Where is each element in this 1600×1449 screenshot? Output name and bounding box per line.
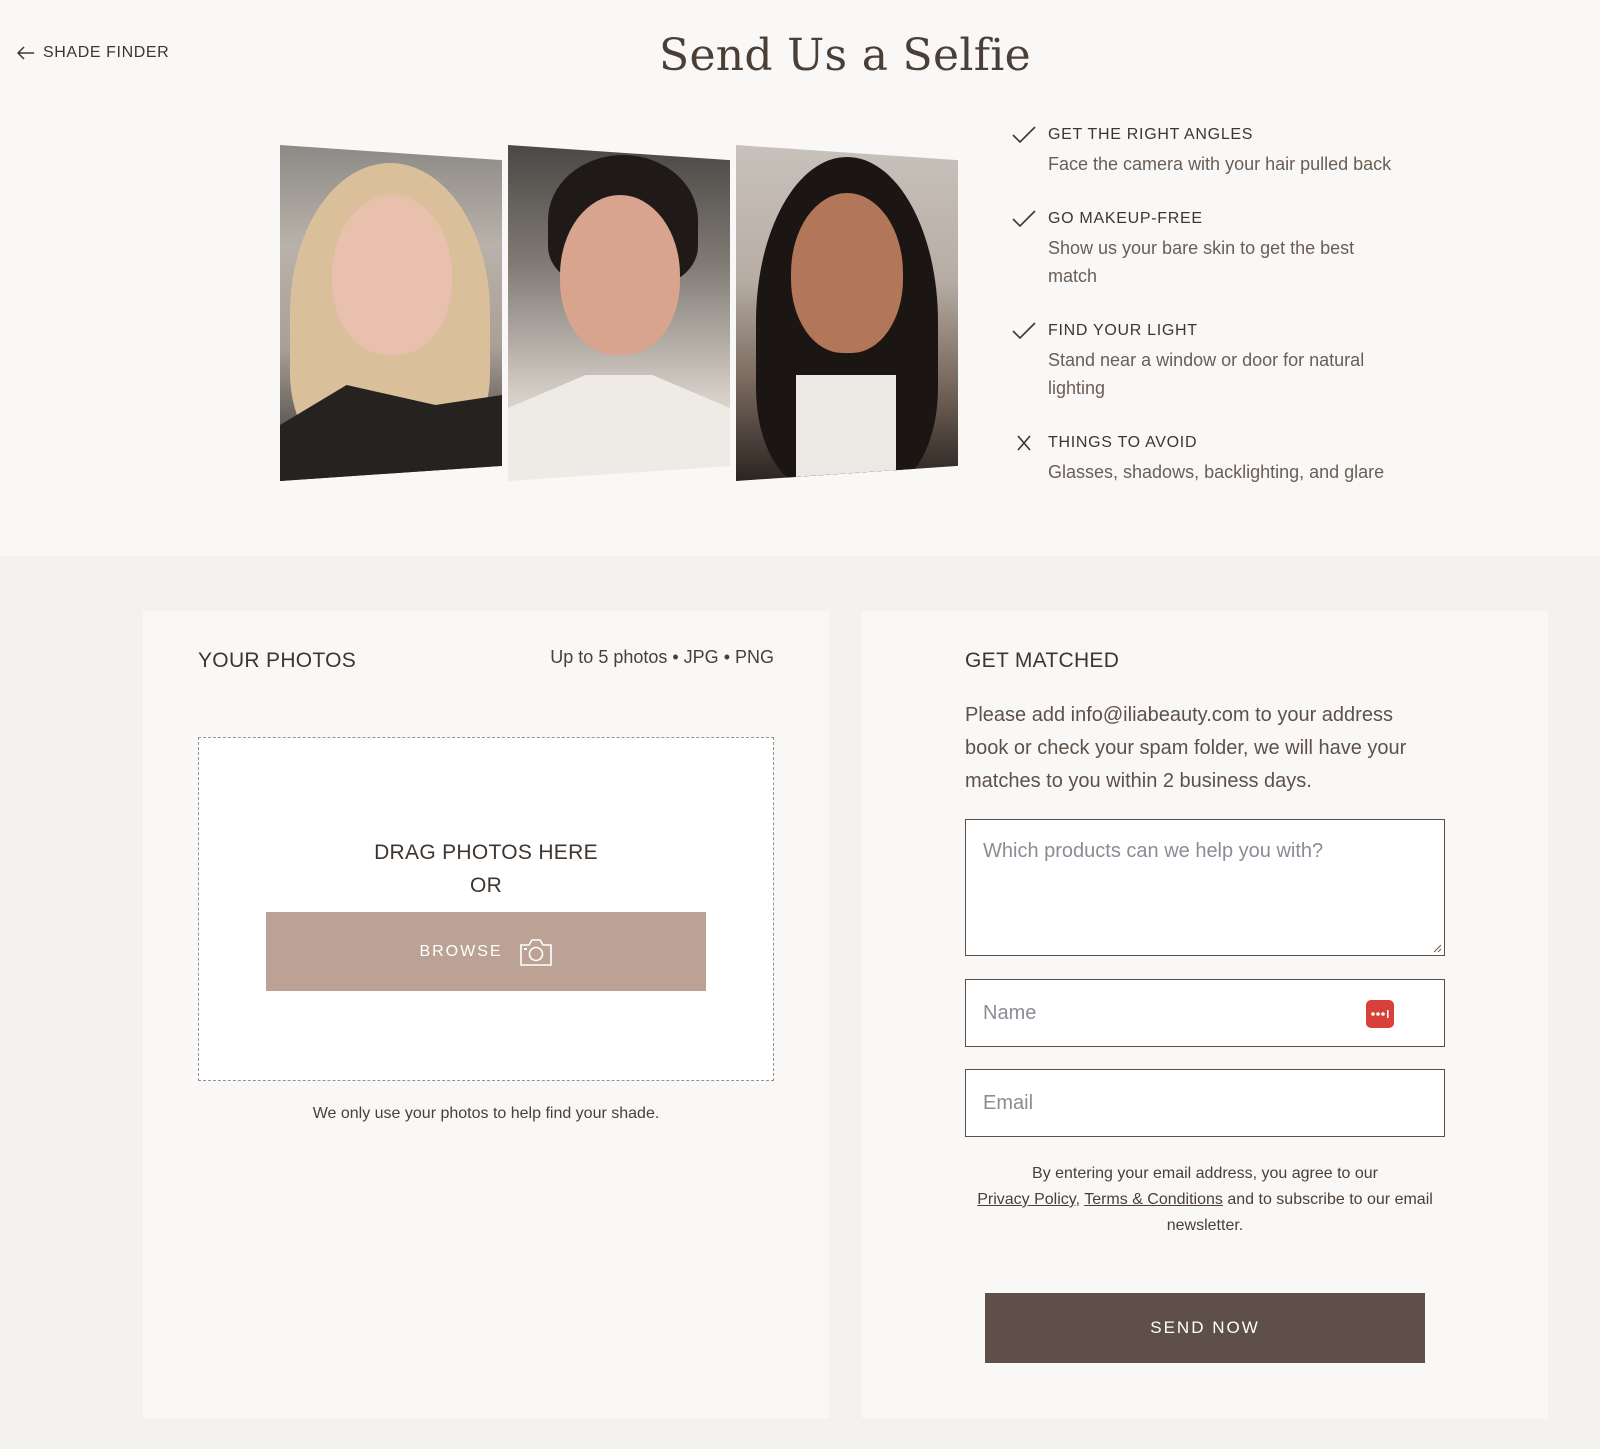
resize-grip-icon[interactable] <box>1432 943 1442 953</box>
name-placeholder: Name <box>983 1002 1037 1024</box>
tip-item: GO MAKEUP-FREE Show us your bare skin to… <box>1012 208 1432 290</box>
photo-limits: Up to 5 photos • JPG • PNG <box>550 647 774 667</box>
email-placeholder: Email <box>983 1092 1034 1114</box>
selfie-example-3 <box>736 145 958 481</box>
get-matched-card: GET MATCHED Please add info@iliabeauty.c… <box>862 611 1548 1418</box>
tip-heading: THINGS TO AVOID <box>1048 434 1198 451</box>
browse-label: BROWSE <box>419 942 503 960</box>
tip-heading: GO MAKEUP-FREE <box>1048 210 1203 227</box>
tip-heading: FIND YOUR LIGHT <box>1048 322 1198 339</box>
dropzone-text: DRAG PHOTOS HERE OR <box>199 836 773 902</box>
browse-button[interactable]: BROWSE <box>266 912 706 991</box>
header-section: SHADE FINDER Send Us a Selfie GET THE RI… <box>0 0 1600 556</box>
page-title: Send Us a Selfie <box>659 30 1031 81</box>
tip-description: Face the camera with your hair pulled ba… <box>1048 154 1392 174</box>
name-field[interactable]: Name <box>965 979 1445 1047</box>
tip-description: Stand near a window or door for natural … <box>1048 350 1365 398</box>
selfie-tips: GET THE RIGHT ANGLES Face the camera wit… <box>1012 124 1432 516</box>
your-photos-card: YOUR PHOTOS Up to 5 photos • JPG • PNG D… <box>143 611 829 1418</box>
dropzone-line-2: OR <box>469 874 503 897</box>
tip-item: FIND YOUR LIGHT Stand near a window or d… <box>1012 320 1432 402</box>
consent-text: By entering your email address, you agre… <box>977 1165 1433 1234</box>
consent-prefix: By entering your email address, you agre… <box>1032 1165 1378 1182</box>
password-manager-icon[interactable] <box>1366 1000 1394 1028</box>
tip-description: Glasses, shadows, backlighting, and glar… <box>1048 462 1385 482</box>
close-icon <box>1017 435 1031 451</box>
get-matched-title: GET MATCHED <box>965 649 1120 672</box>
check-icon <box>1012 126 1036 144</box>
check-icon <box>1012 210 1036 228</box>
tip-description: Show us your bare skin to get the best m… <box>1048 238 1355 286</box>
get-matched-description: Please add info@iliabeauty.com to your a… <box>965 704 1407 792</box>
tip-item: GET THE RIGHT ANGLES Face the camera wit… <box>1012 124 1432 178</box>
photo-dropzone[interactable]: DRAG PHOTOS HERE OR BROWSE <box>198 737 774 1081</box>
tip-item: THINGS TO AVOID Glasses, shadows, backli… <box>1012 432 1432 486</box>
send-now-button[interactable]: SEND NOW <box>985 1293 1425 1363</box>
selfie-example-2 <box>508 145 730 481</box>
terms-link[interactable]: Terms & Conditions <box>1084 1191 1223 1208</box>
example-photos <box>280 145 960 485</box>
privacy-policy-link[interactable]: Privacy Policy <box>977 1191 1075 1208</box>
dropzone-line-1: DRAG PHOTOS HERE <box>374 841 598 864</box>
products-placeholder: Which products can we help you with? <box>983 840 1324 862</box>
check-icon <box>1012 322 1036 340</box>
selfie-example-1 <box>280 145 502 481</box>
your-photos-title: YOUR PHOTOS <box>198 649 357 672</box>
tip-heading: GET THE RIGHT ANGLES <box>1048 126 1254 143</box>
products-textarea[interactable]: Which products can we help you with? <box>965 819 1445 956</box>
email-field[interactable]: Email <box>965 1069 1445 1137</box>
photo-privacy-note: We only use your photos to help find you… <box>312 1105 660 1122</box>
camera-icon <box>519 938 552 966</box>
